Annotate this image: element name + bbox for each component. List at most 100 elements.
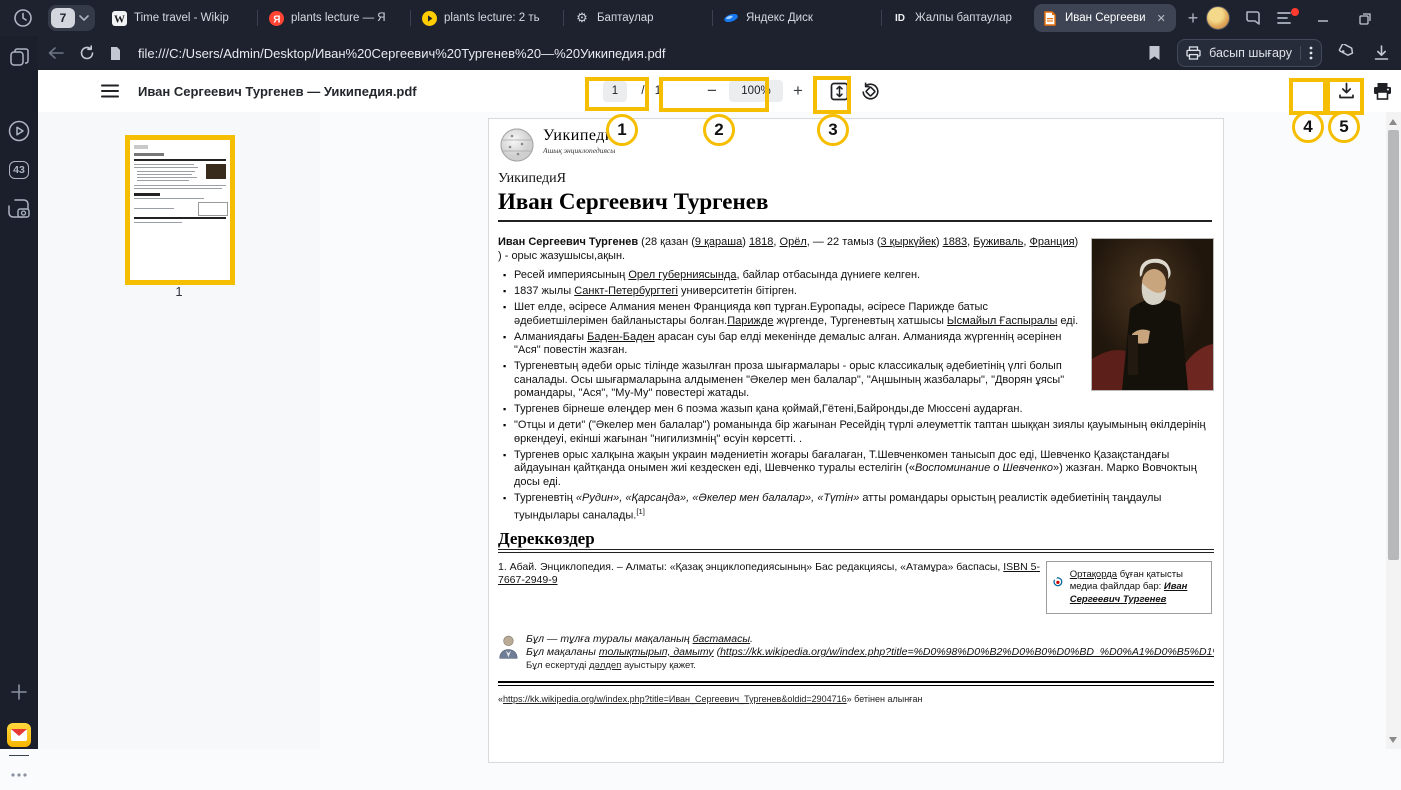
- screenshot-camera-icon[interactable]: [0, 194, 38, 224]
- thumbnail-page-label: 1: [38, 284, 320, 299]
- list-item: Ресей империясының Орел губерниясында, б…: [514, 269, 1214, 283]
- tab-bar: 7 W Time travel - Wikip Я plants lecture…: [0, 0, 1401, 36]
- scroll-up-arrow[interactable]: [1389, 119, 1397, 125]
- downloads-icon[interactable]: [1374, 45, 1389, 61]
- browser-menu-icon[interactable]: [1277, 11, 1295, 25]
- callout-1: 1: [606, 114, 638, 146]
- tab-panels-icon[interactable]: [0, 42, 38, 72]
- sidebar-divider: [9, 755, 29, 756]
- tab-yandex-disk[interactable]: Яндекс Диск: [713, 0, 881, 36]
- callout-3: 3: [817, 114, 849, 146]
- tab-counter-value: 7: [51, 8, 75, 28]
- stub-line-3: Бұл ескертуді дәлдеп ауыстыру қажет.: [526, 659, 1214, 672]
- address-bar: file:///C:/Users/Admin/Desktop/Иван%20Се…: [38, 36, 1401, 70]
- tab-time-travel[interactable]: W Time travel - Wikip: [101, 0, 257, 36]
- wikimedia-commons-icon: [1053, 569, 1063, 595]
- print-page-button[interactable]: басып шығару: [1177, 39, 1322, 67]
- gear-icon: ⚙: [574, 10, 590, 26]
- pdf-document-title: Иван Сергеевич Тургенев — Уикипедия.pdf: [138, 70, 417, 112]
- tab-label: Жалпы баптаулар: [915, 12, 1012, 24]
- page-thumbnail-selected[interactable]: [125, 135, 235, 285]
- counter-43-badge[interactable]: 43: [0, 155, 38, 185]
- annotation-box-download: [1289, 78, 1327, 115]
- history-clock-icon[interactable]: [6, 4, 40, 32]
- print-page-label: басып шығару: [1209, 46, 1292, 60]
- more-options-icon[interactable]: [1309, 46, 1313, 60]
- list-item: Тургеневтің «Рудин», «Қарсаңда», «Әкелер…: [514, 492, 1214, 524]
- stub-notice: Бұл — тұлға туралы мақаланың бастамасы. …: [498, 633, 1214, 672]
- stub-line-2: Бұл мақаланы толықтырып, дамыту (https:/…: [526, 646, 1214, 659]
- tab-label: plants lecture: 2 ть: [444, 12, 540, 24]
- list-item: Алманиядағы Баден-Баден арасан суы бар е…: [514, 331, 1214, 358]
- reference-1: 1. Абай. Энциклопедия. – Алматы: «Қазақ …: [498, 561, 1043, 588]
- new-tab-button[interactable]: +: [1180, 5, 1206, 31]
- tab-plants-lecture-video[interactable]: plants lecture: 2 ть: [411, 0, 563, 36]
- pdf-print-icon[interactable]: [1367, 70, 1397, 112]
- browser-chrome: 7 W Time travel - Wikip Я plants lecture…: [0, 0, 1401, 70]
- tab-close-icon[interactable]: ✕: [1157, 12, 1166, 25]
- yandex-favicon: Я: [268, 10, 284, 26]
- site-name-line: УикипедиЯ: [498, 171, 566, 187]
- notification-dot: [1291, 8, 1299, 16]
- yandex-mail-icon[interactable]: [0, 720, 38, 750]
- tab-label: plants lecture — Я: [291, 12, 386, 24]
- window-minimize-button[interactable]: [1309, 4, 1337, 32]
- tab-label: Time travel - Wikip: [134, 12, 229, 24]
- article-bullets: Ресей империясының Орел губерниясында, б…: [498, 269, 1214, 523]
- video-play-favicon: [421, 10, 437, 26]
- stub-line-1: Бұл — тұлға туралы мақаланың бастамасы.: [526, 633, 1214, 646]
- window-close-button[interactable]: [1393, 4, 1401, 32]
- window-restore-button[interactable]: [1351, 4, 1379, 32]
- tab-common-settings[interactable]: ID Жалпы баптаулар: [882, 0, 1030, 36]
- retrieved-from-line: «https://kk.wikipedia.org/w/index.php?ti…: [498, 693, 1214, 707]
- sidebar-add-icon[interactable]: [0, 677, 38, 707]
- callout-4: 4: [1292, 111, 1324, 143]
- callout-5: 5: [1328, 111, 1360, 143]
- id-favicon: ID: [892, 10, 908, 26]
- list-item: Шет елде, әсіресе Алмания менен Францияд…: [514, 301, 1214, 328]
- scroll-down-arrow[interactable]: [1389, 737, 1397, 743]
- collections-tag-icon[interactable]: [1338, 44, 1358, 62]
- article-title: Иван Сергеевич Тургенев: [498, 189, 1212, 222]
- reload-icon[interactable]: [72, 45, 102, 61]
- footer-rule: [498, 681, 1214, 686]
- list-item: "Отцы и дети" ("Әкелер мен балалар") ром…: [514, 419, 1214, 446]
- viewer-scrollbar[interactable]: [1386, 112, 1401, 749]
- scrollbar-thumb[interactable]: [1388, 130, 1399, 560]
- annotation-box-rotate: [813, 76, 851, 114]
- pdf-viewer-area: УикипедиЯ Ашық энциклопедиясы УикипедиЯ …: [320, 112, 1386, 749]
- browser-side-rail: 43: [0, 36, 38, 749]
- play-circle-icon[interactable]: [0, 116, 38, 146]
- wikipedia-favicon: W: [111, 10, 127, 26]
- sources-heading: Дереккөздер: [498, 532, 1214, 553]
- pdf-menu-hamburger-icon[interactable]: [90, 70, 130, 112]
- callout-2: 2: [703, 114, 735, 146]
- url-text[interactable]: file:///C:/Users/Admin/Desktop/Иван%20Се…: [138, 46, 666, 61]
- sidebar-more-icon[interactable]: [0, 760, 38, 790]
- references-row: 1. Абай. Энциклопедия. – Алматы: «Қазақ …: [498, 561, 1214, 629]
- tab-counter[interactable]: 7: [48, 5, 95, 31]
- tab-settings[interactable]: ⚙ Баптаулар: [564, 0, 712, 36]
- tab-plants-lecture-yandex[interactable]: Я plants lecture — Я: [258, 0, 410, 36]
- rotate-page-icon[interactable]: [855, 70, 885, 112]
- annotation-box-zoom-controls: [659, 77, 769, 112]
- bookmark-icon[interactable]: [1148, 45, 1161, 61]
- tab-label: Баптаулар: [597, 12, 654, 24]
- wikipedia-tagline: Ашық энциклопедиясы: [543, 146, 625, 155]
- side-panel-icon[interactable]: [1244, 9, 1263, 27]
- profile-avatar[interactable]: [1206, 6, 1230, 30]
- list-item: Тургенев бірнеше өлеңдер мен 6 поэма жаз…: [514, 403, 1214, 417]
- pdf-page: УикипедиЯ Ашық энциклопедиясы УикипедиЯ …: [488, 118, 1224, 763]
- back-icon[interactable]: [38, 46, 72, 60]
- pdf-file-icon: [1042, 10, 1058, 26]
- person-stub-icon: [498, 633, 518, 661]
- list-item: Тургеневтың әдеби орыс тілінде жазылған …: [514, 360, 1214, 401]
- zoom-in-button[interactable]: +: [786, 70, 810, 112]
- tab-turgenev-pdf-active[interactable]: Иван Сергееви ✕: [1034, 4, 1176, 32]
- commons-text: Ортақорда бұған қатысты медиа файлдар ба…: [1070, 569, 1205, 607]
- yandex-disk-icon: [723, 10, 739, 26]
- thumbnail-panel: 1: [38, 112, 321, 749]
- tab-label: Иван Сергееви: [1065, 12, 1146, 24]
- file-page-icon: [102, 46, 128, 61]
- svg-text:W: W: [114, 13, 125, 25]
